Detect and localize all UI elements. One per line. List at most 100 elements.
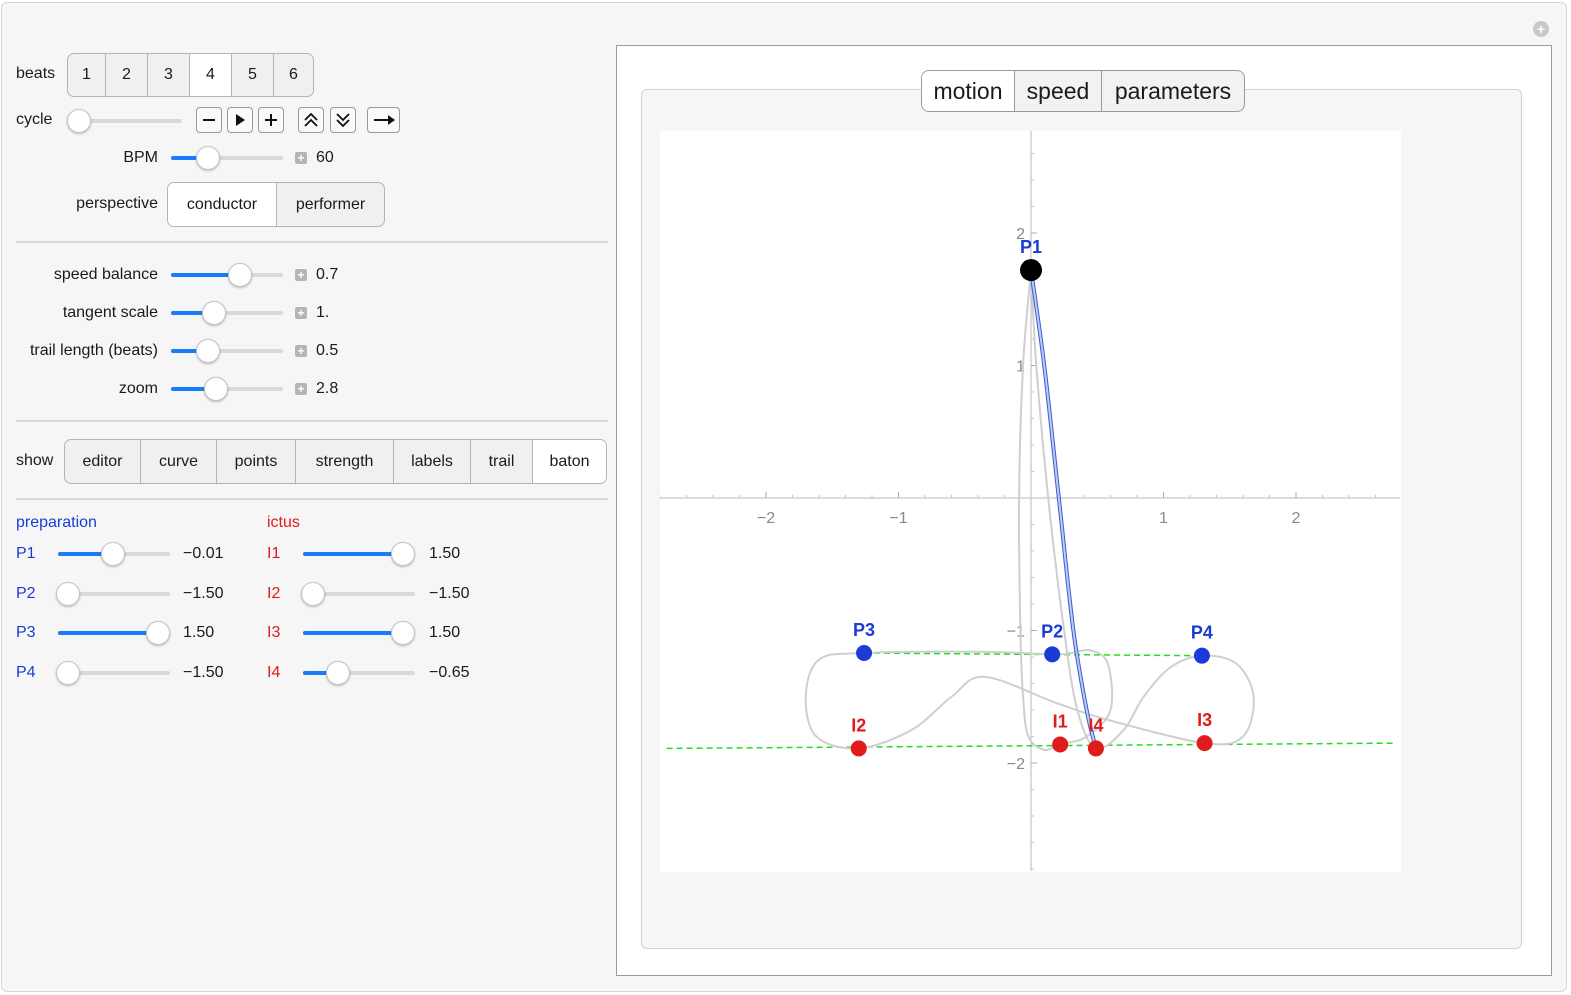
point-i4[interactable] [1087, 740, 1104, 757]
beats-option[interactable]: 2 [106, 54, 148, 96]
minus-icon [203, 119, 215, 121]
expand-icon[interactable]: + [1533, 21, 1549, 37]
bpm-expand-icon[interactable]: + [295, 152, 307, 164]
beat-curve [804, 270, 1255, 751]
i3-label: I3 [267, 624, 281, 641]
tangent-label: tangent scale [62, 304, 158, 321]
x-tick-label: 1 [1159, 510, 1168, 527]
trail-slider[interactable] [171, 339, 283, 363]
beats-option[interactable]: 3 [148, 54, 190, 96]
tab-parameters[interactable]: parameters [1102, 71, 1244, 111]
speed-slider-thumb[interactable] [228, 263, 252, 287]
show-selector[interactable]: editor curve points strength labels trail bato… [64, 439, 607, 484]
point-p1[interactable] [1020, 259, 1042, 282]
show-option[interactable]: trail [471, 440, 533, 483]
i4-value: −0.65 [429, 664, 470, 681]
point-p4[interactable] [1193, 647, 1210, 664]
p2-slider-thumb[interactable] [56, 582, 80, 606]
point-label: I4 [1088, 715, 1103, 735]
divider [16, 498, 608, 500]
i4-slider-thumb[interactable] [326, 661, 350, 685]
show-option[interactable]: baton [533, 440, 606, 483]
p3-slider-thumb[interactable] [146, 621, 170, 645]
speed-value: 0.7 [316, 266, 339, 283]
cycle-slider[interactable] [67, 109, 182, 133]
zoom-value: 2.8 [316, 380, 339, 397]
show-option[interactable]: editor [65, 440, 141, 483]
point-i3[interactable] [1196, 735, 1213, 752]
perspective-option[interactable]: conductor [168, 183, 277, 226]
zoom-expand-icon[interactable]: + [295, 383, 307, 395]
show-option[interactable]: points [217, 440, 296, 483]
bpm-slider[interactable] [171, 146, 283, 170]
i3-slider-thumb[interactable] [391, 621, 415, 645]
x-tick-label: −1 [889, 510, 907, 527]
arrow-right-icon [373, 115, 395, 125]
bpm-slider-thumb[interactable] [196, 146, 220, 170]
trail-expand-icon[interactable]: + [295, 345, 307, 357]
show-option[interactable]: labels [394, 440, 471, 483]
direction-button[interactable] [367, 107, 400, 133]
i2-slider[interactable] [301, 582, 415, 606]
point-i2[interactable] [850, 740, 867, 757]
i4-label: I4 [267, 664, 281, 681]
increment-button[interactable] [258, 107, 284, 133]
tangent-slider[interactable] [171, 301, 283, 325]
i1-value: 1.50 [429, 545, 461, 562]
p3-value: 1.50 [183, 624, 215, 641]
tab-motion[interactable]: motion [922, 71, 1015, 111]
point-p2[interactable] [1044, 646, 1061, 663]
y-tick-label: −2 [1007, 756, 1025, 773]
p1-slider-thumb[interactable] [101, 542, 125, 566]
show-option[interactable]: curve [141, 440, 217, 483]
speed-expand-icon[interactable]: + [295, 269, 307, 281]
beats-option[interactable]: 1 [68, 54, 106, 96]
point-p3[interactable] [856, 645, 873, 662]
beats-label: beats [16, 65, 56, 82]
p1-slider[interactable] [58, 542, 170, 566]
beats-option[interactable]: 5 [232, 54, 274, 96]
show-option[interactable]: strength [296, 440, 394, 483]
double-chevron-down-icon [336, 113, 350, 128]
beats-selector[interactable]: 123456 [67, 53, 314, 97]
cycle-label: cycle [16, 111, 53, 128]
perspective-selector[interactable]: conductor performer [167, 182, 385, 227]
i2-slider-thumb[interactable] [301, 582, 325, 606]
tab-speed[interactable]: speed [1015, 71, 1102, 111]
p2-slider[interactable] [56, 582, 170, 606]
i4-slider[interactable] [303, 661, 415, 685]
zoom-slider[interactable] [171, 377, 283, 401]
i1-slider-fill [303, 552, 404, 556]
plus-icon [265, 114, 277, 126]
tangent-expand-icon[interactable]: + [295, 307, 307, 319]
i3-value: 1.50 [429, 624, 461, 641]
slower-button[interactable] [330, 107, 356, 133]
bpm-value: 60 [316, 149, 334, 166]
i1-slider-thumb[interactable] [391, 542, 415, 566]
cycle-slider-thumb[interactable] [67, 109, 91, 133]
p4-slider[interactable] [56, 661, 170, 685]
point-i1[interactable] [1052, 736, 1069, 753]
decrement-button[interactable] [196, 107, 222, 133]
trail-slider-thumb[interactable] [196, 339, 220, 363]
i3-slider[interactable] [303, 621, 415, 645]
p4-slider-thumb[interactable] [56, 661, 80, 685]
beats-option[interactable]: 6 [274, 54, 313, 96]
p3-slider[interactable] [58, 621, 170, 645]
speed-slider[interactable] [171, 263, 283, 287]
zoom-slider-thumb[interactable] [204, 377, 228, 401]
x-tick-label: −2 [757, 510, 775, 527]
play-button[interactable] [227, 107, 253, 133]
i2-label: I2 [267, 585, 281, 602]
motion-plot: −2 −1 1 221−1−2P1P2P3 P4I1I2 I3I4 [659, 126, 1403, 871]
beats-option[interactable]: 4 [190, 54, 232, 96]
p4-value: −1.50 [183, 664, 224, 681]
perspective-option[interactable]: performer [277, 183, 384, 226]
i1-slider[interactable] [303, 542, 415, 566]
view-tabs[interactable]: motion speed parameters [921, 70, 1245, 112]
tangent-slider-thumb[interactable] [202, 301, 226, 325]
faster-button[interactable] [298, 107, 324, 133]
p4-label: P4 [16, 664, 36, 681]
point-label: P3 [853, 620, 875, 640]
speed-label: speed balance [53, 266, 158, 283]
